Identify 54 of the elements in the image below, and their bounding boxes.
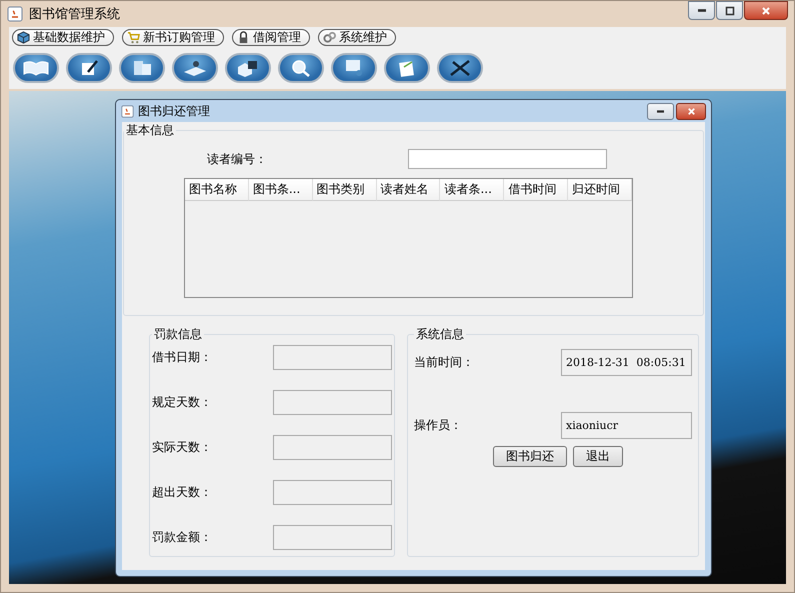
toolbar-button[interactable] [437,53,483,83]
group-title: 罚款信息 [153,326,203,343]
field-label: 读者编号： [207,150,268,168]
dialog-title: 图书归还管理 [138,102,210,120]
minimize-icon [698,9,706,12]
menu-item[interactable]: 基础数据维护 [12,29,114,46]
menu-item[interactable]: 借阅管理 [232,29,310,46]
field-label: 操作员： [414,417,462,434]
close-icon [686,106,696,116]
text-field[interactable]: 2018-12-31 08:05:31 [561,349,692,376]
group-title: 系统信息 [415,326,465,343]
field-label: 当前时间： [414,354,474,371]
app-icon [121,104,134,118]
column-header[interactable]: 借书时间 [504,179,568,201]
field-label: 借书日期： [152,349,212,366]
text-field[interactable] [273,345,392,370]
column-header[interactable]: 图书名称 [185,179,249,201]
window-title: 图书馆管理系统 [29,6,120,23]
action-button[interactable]: 退出 [573,446,623,467]
group-title: 基本信息 [125,122,175,139]
column-header[interactable]: 图书类别 [312,179,377,201]
minimize-icon [657,110,664,112]
menu-item[interactable]: 系统维护 [318,29,396,46]
close-button[interactable] [676,102,706,120]
minimize-button[interactable] [688,1,715,20]
text-field[interactable]: xiaoniucr [561,412,692,439]
gears-icon [323,31,336,44]
cart-icon [127,31,140,44]
text-field[interactable] [273,435,392,460]
app-icon [7,6,23,22]
close-icon [761,6,771,16]
field-label: 实际天数： [152,439,212,456]
book-icon [21,58,51,78]
text-field[interactable] [273,480,392,505]
field-label: 超出天数： [152,484,212,501]
toolbar-button[interactable] [225,53,271,83]
field-label: 规定天数： [152,394,212,411]
text-field[interactable] [273,525,392,550]
maximize-button[interactable] [716,1,743,20]
close-button[interactable] [744,1,788,20]
lock-icon [237,31,250,44]
column-header[interactable]: 读者姓名 [376,179,440,201]
text-field[interactable] [273,390,392,415]
field-label: 罚款金额： [152,529,212,546]
column-header[interactable]: 图书条... [248,179,313,201]
minimize-button[interactable] [647,102,674,120]
cube-icon [17,31,30,44]
maximize-icon [724,6,734,16]
reader-id-input[interactable] [408,149,607,169]
column-header[interactable]: 读者条... [440,179,504,201]
action-button[interactable]: 图书归还 [493,446,567,467]
toolbar-button[interactable] [66,53,112,83]
menu-item[interactable]: 新书订购管理 [122,29,224,46]
column-header[interactable]: 归还时间 [568,179,632,201]
